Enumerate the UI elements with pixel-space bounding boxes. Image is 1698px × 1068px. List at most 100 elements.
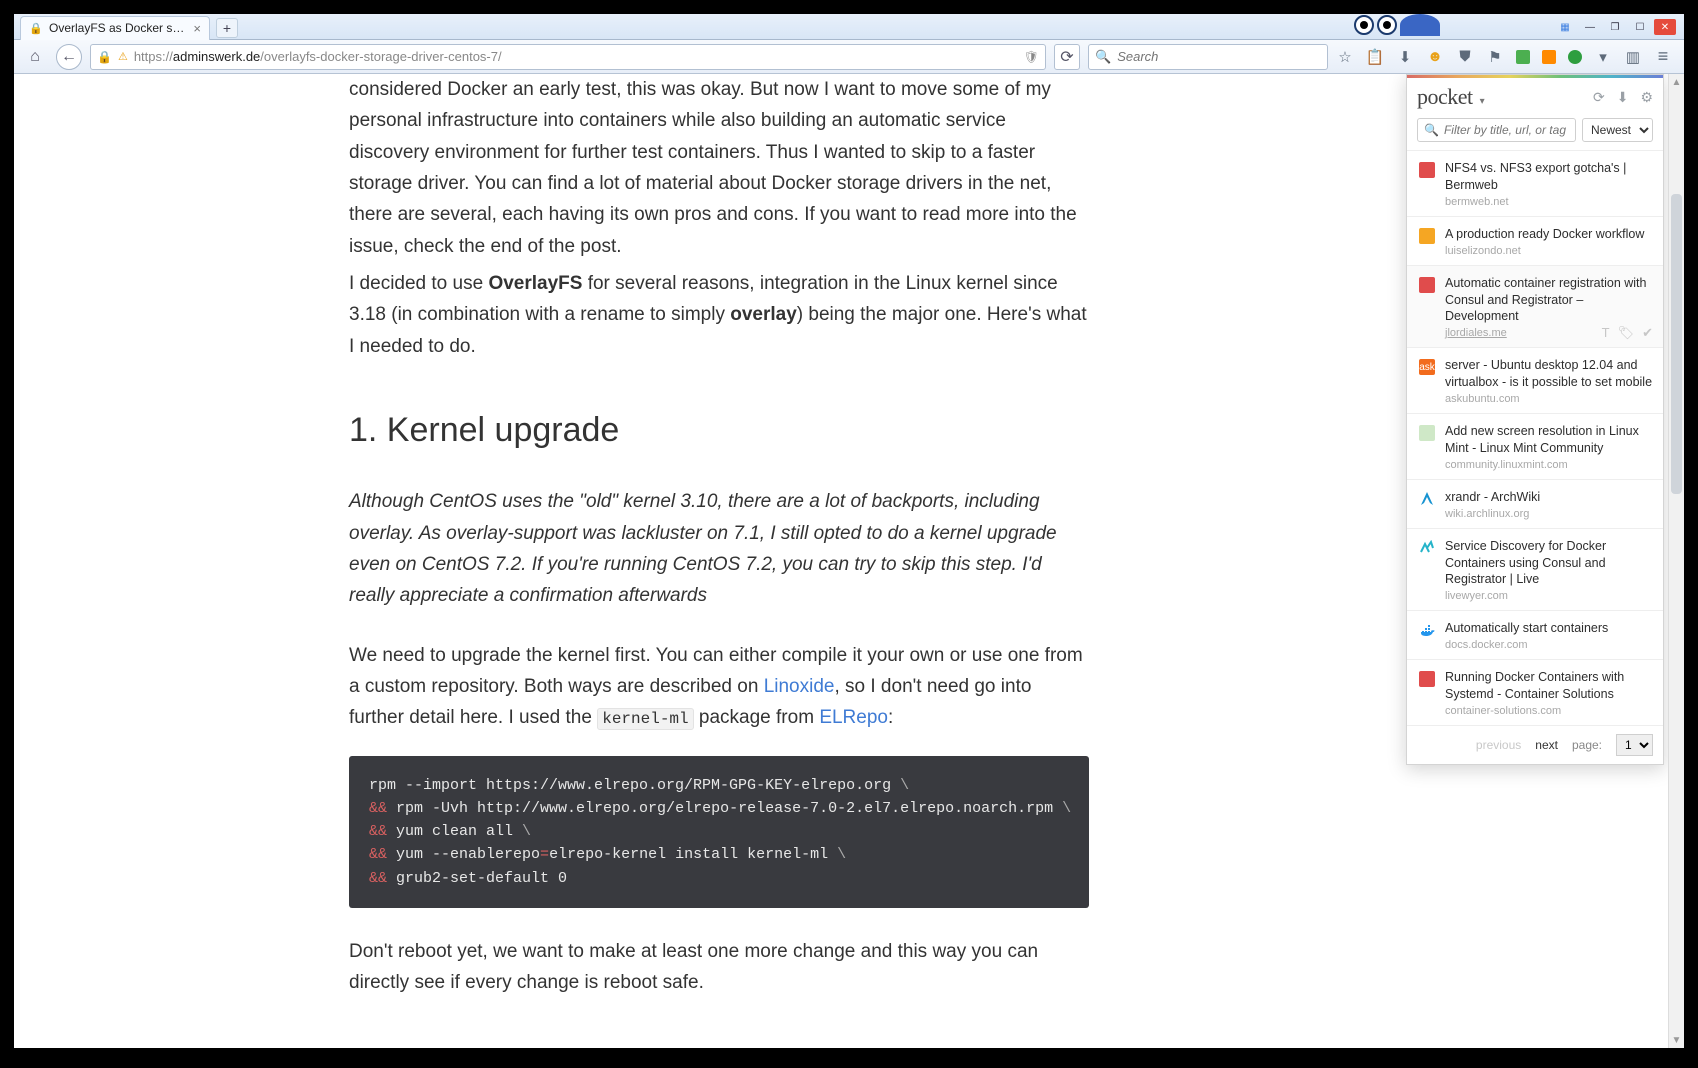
overlay-term: overlay [730,304,797,325]
search-bar[interactable]: 🔍 [1088,44,1328,70]
shield-icon[interactable]: ⛊ [1456,48,1474,66]
pocket-footer: previous next page: 1 [1407,725,1663,764]
scroll-thumb[interactable] [1671,194,1682,494]
pocket-item-title: A production ready Docker workflow [1445,226,1653,243]
clipboard-icon[interactable]: 📋 [1366,48,1384,66]
text-icon[interactable]: T [1602,325,1610,341]
code-block: rpm --import https://www.elrepo.org/RPM-… [349,756,1089,908]
pocket-item[interactable]: askserver - Ubuntu desktop 12.04 and vir… [1407,347,1663,413]
pocket-list: NFS4 vs. NFS3 export gotcha's | Bermweb b… [1407,150,1663,725]
extension-orange-icon[interactable] [1542,50,1556,64]
pocket-item-source: bermweb.net [1445,196,1653,208]
article-content: considered Docker an early test, this wa… [349,74,1089,999]
pocket-item-source: docs.docker.com [1445,639,1653,651]
pocket-item-title: Add new screen resolution in Linux Mint … [1445,423,1653,457]
tab-title: OverlayFS as Docker storag… [49,21,187,35]
reload-button[interactable]: ⟳ [1054,44,1080,70]
download-icon[interactable]: ⬇ [1617,89,1629,106]
pocket-panel: pocket ▾ ⟳ ⬇ ⚙ 🔍 Newest NFS4 vs. NFS3 ex… [1406,74,1664,765]
grid-icon[interactable]: ▦ [1554,19,1576,35]
pocket-logo[interactable]: pocket ▾ [1417,84,1484,110]
elrepo-link[interactable]: ELRepo [819,707,888,728]
url-bar[interactable]: 🔒 ⚠ https://adminswerk.de/overlayfs-dock… [90,44,1046,70]
toolbar-icons: ☆ 📋 ⬇ ☻ ⛊ ⚑ ▾ ▥ ≡ [1336,48,1676,66]
window-controls: ▦ — ❐ ☐ ✕ [1554,14,1676,40]
pocket-item[interactable]: xrandr - ArchWiki wiki.archlinux.org [1407,479,1663,528]
pocket-filter-input[interactable] [1444,123,1569,137]
kernel-ml-code: kernel-ml [597,708,693,730]
italic-note: Although CentOS uses the "old" kernel 3.… [349,491,1057,606]
back-button[interactable]: ← [56,44,82,70]
persona-decoration [1354,12,1444,38]
tab-strip: 🔒 OverlayFS as Docker storag… × + ▦ — ❐ … [14,14,1684,40]
bookmark-star-icon[interactable]: ☆ [1336,48,1354,66]
pocket-item-source: container-solutions.com [1445,705,1653,717]
close-tab-icon[interactable]: × [193,21,201,36]
pocket-item-source: askubuntu.com [1445,393,1653,405]
browser-tab[interactable]: 🔒 OverlayFS as Docker storag… × [20,16,210,40]
pocket-item-icon [1419,491,1435,507]
chevron-down-icon[interactable]: ▾ [1594,48,1612,66]
pocket-item-icon [1419,277,1435,293]
paragraph-text: Don't reboot yet, we want to make at lea… [349,936,1089,999]
warning-icon: ⚠ [118,50,128,63]
search-icon: 🔍 [1095,49,1111,65]
pocket-item-icon [1419,228,1435,244]
pocket-filter-box[interactable]: 🔍 [1417,118,1576,142]
pocket-next[interactable]: next [1535,738,1558,752]
pocket-item-title: Automatic container registration with Co… [1445,275,1653,326]
download-icon[interactable]: ⬇ [1396,48,1414,66]
smiley-icon[interactable]: ☻ [1426,48,1444,66]
pocket-sort-select[interactable]: Newest [1582,118,1653,142]
pocket-item-source: wiki.archlinux.org [1445,508,1653,520]
scroll-down-icon[interactable]: ▼ [1669,1032,1684,1048]
vertical-scrollbar[interactable]: ▲ ▼ [1668,74,1684,1048]
section-heading: 1. Kernel upgrade [349,402,1089,458]
lock-icon: 🔒 [97,50,112,64]
reader-icon[interactable]: 🛡 [1024,50,1039,64]
pocket-item[interactable]: A production ready Docker workflow luisel… [1407,216,1663,265]
tag-icon[interactable]: 🏷 [1618,325,1635,341]
pocket-filter-row: 🔍 Newest [1407,118,1663,150]
pocket-page-select[interactable]: 1 [1616,734,1653,756]
pocket-item[interactable]: Automatic container registration with Co… [1407,265,1663,348]
extension-green-icon[interactable] [1516,50,1530,64]
gear-icon[interactable]: ⚙ [1640,89,1653,106]
minimize-button[interactable]: — [1579,19,1601,35]
pocket-item[interactable]: Automatically start containersdocs.docke… [1407,610,1663,659]
refresh-icon[interactable]: ⟳ [1593,89,1605,106]
pocket-item-icon [1419,162,1435,178]
check-icon[interactable]: ✔ [1642,325,1653,341]
pocket-item[interactable]: Running Docker Containers with Systemd -… [1407,659,1663,725]
new-tab-button[interactable]: + [216,18,238,38]
url-text: https://adminswerk.de/overlayfs-docker-s… [134,49,1018,64]
history-icon[interactable]: ▥ [1624,48,1642,66]
pocket-item-title: xrandr - ArchWiki [1445,489,1653,506]
extension-circle-icon[interactable] [1568,50,1582,64]
linoxide-link[interactable]: Linoxide [764,676,835,697]
scroll-up-icon[interactable]: ▲ [1669,74,1684,90]
search-input[interactable] [1117,49,1321,64]
pocket-item-source: livewyer.com [1445,590,1653,602]
restore-button[interactable]: ❐ [1604,19,1626,35]
nav-toolbar: ⌂ ← 🔒 ⚠ https://adminswerk.de/overlayfs-… [14,40,1684,74]
pocket-item-title: NFS4 vs. NFS3 export gotcha's | Bermweb [1445,160,1653,194]
page-viewport: considered Docker an early test, this wa… [14,74,1684,1048]
maximize-button[interactable]: ☐ [1629,19,1651,35]
pocket-item-title: Service Discovery for Docker Containers … [1445,538,1653,589]
lock-icon: 🔒 [29,21,43,35]
pocket-item[interactable]: Service Discovery for Docker Containers … [1407,528,1663,611]
paragraph-text: considered Docker an early test, this wa… [349,79,1077,257]
pocket-item-source: luiselizondo.net [1445,245,1653,257]
pocket-item[interactable]: Add new screen resolution in Linux Mint … [1407,413,1663,479]
pocket-item-icon: ask [1419,359,1435,375]
window-close-button[interactable]: ✕ [1654,19,1676,35]
pocket-item-icon [1419,540,1435,556]
flag-icon[interactable]: ⚑ [1486,48,1504,66]
pocket-item[interactable]: NFS4 vs. NFS3 export gotcha's | Bermweb b… [1407,150,1663,216]
pocket-page-label: page: [1572,738,1602,752]
home-button[interactable]: ⌂ [22,44,48,70]
overlayfs-term: OverlayFS [488,273,582,294]
hamburger-menu-icon[interactable]: ≡ [1654,48,1672,66]
pocket-item-icon [1419,622,1435,638]
